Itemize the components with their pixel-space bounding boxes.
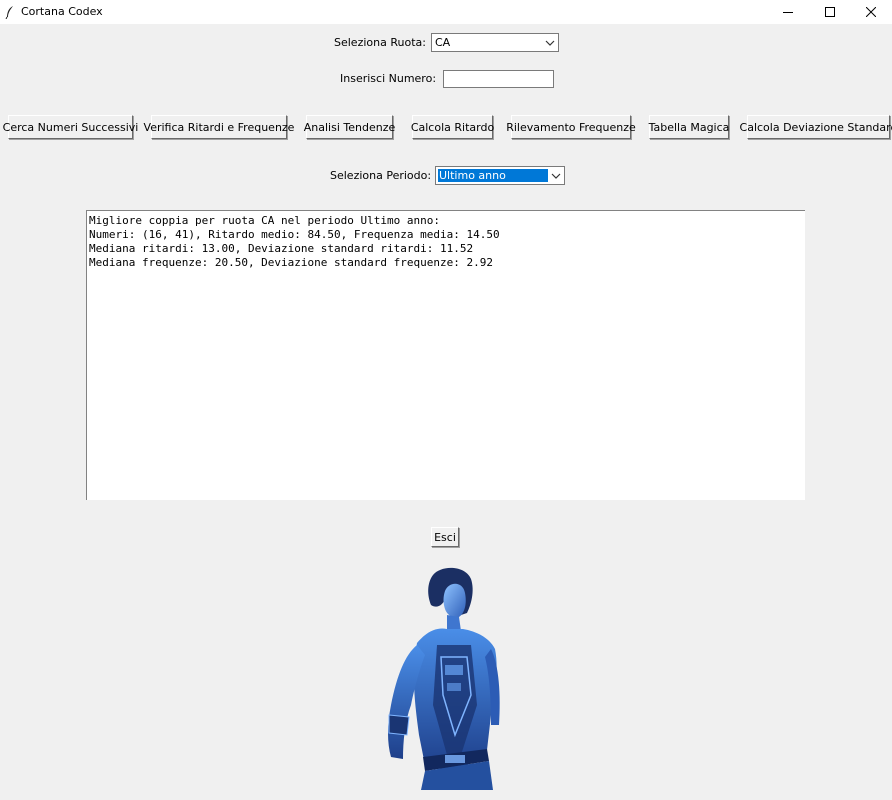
numero-label: Inserisci Numero: — [340, 72, 437, 85]
output-line: Migliore coppia per ruota CA nel periodo… — [89, 214, 440, 227]
output-line: Numeri: (16, 41), Ritardo medio: 84.50, … — [89, 228, 500, 241]
output-textarea[interactable]: Migliore coppia per ruota CA nel periodo… — [86, 210, 805, 500]
periodo-label: Seleziona Periodo: — [330, 169, 432, 182]
periodo-value: Ultimo anno — [439, 169, 506, 182]
minimize-button[interactable] — [767, 0, 809, 24]
rilevamento-frequenze-button[interactable]: Rilevamento Frequenze — [506, 115, 636, 139]
title-bar: Cortana Codex — [0, 0, 892, 24]
chevron-down-icon — [551, 173, 561, 179]
output-line: Mediana frequenze: 20.50, Deviazione sta… — [89, 256, 493, 269]
cortana-image — [388, 567, 500, 790]
chevron-down-icon — [545, 40, 555, 46]
cerca-numeri-successivi-button[interactable]: Cerca Numeri Successivi — [3, 115, 138, 139]
output-line: Mediana ritardi: 13.00, Deviazione stand… — [89, 242, 474, 255]
close-button[interactable] — [850, 0, 892, 24]
tabella-magica-button[interactable]: Tabella Magica — [649, 115, 729, 139]
periodo-select[interactable]: Ultimo anno — [435, 166, 565, 185]
ruota-value: CA — [435, 36, 451, 49]
maximize-icon — [825, 7, 835, 17]
analisi-tendenze-button[interactable]: Analisi Tendenze — [304, 115, 395, 139]
calcola-ritardo-button[interactable]: Calcola Ritardo — [411, 115, 494, 139]
feather-icon — [5, 6, 13, 19]
maximize-button[interactable] — [809, 0, 851, 24]
minimize-icon — [783, 12, 793, 13]
ruota-select[interactable]: CA — [431, 33, 559, 52]
esci-button[interactable]: Esci — [431, 527, 459, 547]
window-title: Cortana Codex — [21, 5, 103, 18]
numero-input[interactable] — [443, 70, 554, 88]
close-icon — [866, 7, 876, 17]
verifica-ritardi-frequenze-button[interactable]: Verifica Ritardi e Frequenze — [144, 115, 294, 139]
calcola-deviazione-standard-button[interactable]: Calcola Deviazione Standard — [740, 115, 892, 139]
ruota-label: Seleziona Ruota: — [334, 36, 426, 49]
